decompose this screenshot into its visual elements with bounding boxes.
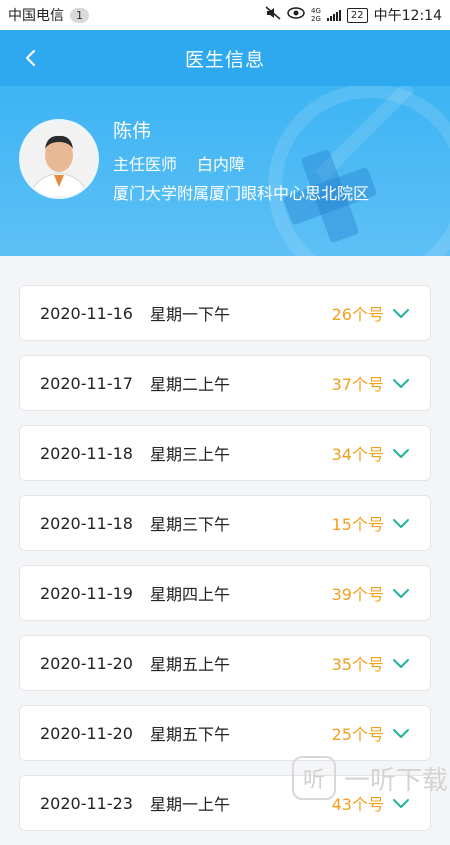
schedule-item[interactable]: 2020-11-19 星期四上午 39个号 xyxy=(19,565,431,621)
schedule-session: 星期四上午 xyxy=(150,585,231,604)
schedule-date: 2020-11-18 xyxy=(40,513,133,533)
carrier-label: 中国电信 xyxy=(8,8,64,24)
schedule-date: 2020-11-23 xyxy=(40,793,133,813)
app-header: 医生信息 xyxy=(0,30,450,86)
schedule-count: 37个号 xyxy=(331,375,384,394)
chevron-down-icon[interactable] xyxy=(392,517,410,529)
schedule-date: 2020-11-20 xyxy=(40,653,133,673)
schedule-item[interactable]: 2020-11-18 星期三上午 34个号 xyxy=(19,425,431,481)
schedule-item[interactable]: 2020-11-17 星期二上午 37个号 xyxy=(19,355,431,411)
schedule-count: 26个号 xyxy=(331,305,384,324)
chevron-down-icon[interactable] xyxy=(392,307,410,319)
status-left: 中国电信 1 xyxy=(8,5,89,25)
status-bar: 中国电信 1 4G 2G 22 中午12:14 xyxy=(0,0,450,30)
watermark-logo-icon: 听 xyxy=(292,756,336,800)
schedule-date: 2020-11-17 xyxy=(40,373,133,393)
schedule-item[interactable]: 2020-11-20 星期五上午 35个号 xyxy=(19,635,431,691)
schedule-session: 星期二上午 xyxy=(150,375,231,394)
doctor-hospital: 厦门大学附属厦门眼科中心思北院区 xyxy=(113,184,370,203)
battery-icon: 22 xyxy=(346,7,368,23)
chevron-left-icon xyxy=(25,49,36,67)
clock: 中午12:14 xyxy=(373,8,442,24)
schedule-session: 星期五上午 xyxy=(150,655,231,674)
chevron-down-icon[interactable] xyxy=(392,447,410,459)
schedule-session: 星期三下午 xyxy=(150,515,231,534)
schedule-date: 2020-11-20 xyxy=(40,723,133,743)
back-button[interactable] xyxy=(14,42,46,74)
eye-icon xyxy=(287,7,305,23)
doctor-name: 陈伟 xyxy=(113,120,152,142)
schedule-item[interactable]: 2020-11-18 星期三下午 15个号 xyxy=(19,495,431,551)
schedule-count: 25个号 xyxy=(331,725,384,744)
schedule-date: 2020-11-19 xyxy=(40,583,133,603)
schedule-item[interactable]: 2020-11-16 星期一下午 26个号 xyxy=(19,285,431,341)
medical-cross-decoration xyxy=(268,86,450,256)
network-2g-label: 2G xyxy=(311,15,321,23)
schedule-session: 星期五下午 xyxy=(150,725,231,744)
doctor-title: 主任医师 xyxy=(113,155,178,174)
schedule-count: 34个号 xyxy=(331,445,384,464)
watermark-text: 一听下载 xyxy=(344,765,449,796)
signal-icon xyxy=(326,9,341,21)
page-title: 医生信息 xyxy=(184,48,265,71)
schedule-date: 2020-11-18 xyxy=(40,443,133,463)
schedule-count: 35个号 xyxy=(331,655,384,674)
doctor-title-row: 主任医师 白内障 xyxy=(113,151,245,175)
doctor-department: 白内障 xyxy=(197,155,246,174)
status-right: 4G 2G 22 中午12:14 xyxy=(265,5,442,25)
schedule-count: 39个号 xyxy=(331,585,384,604)
doctor-banner: 陈伟 主任医师 白内障 厦门大学附属厦门眼科中心思北院区 xyxy=(0,86,450,256)
chevron-down-icon[interactable] xyxy=(392,657,410,669)
chevron-down-icon[interactable] xyxy=(392,587,410,599)
schedule-item[interactable]: 2020-11-20 星期五下午 25个号 xyxy=(19,705,431,761)
schedule-session: 星期三上午 xyxy=(150,445,231,464)
notification-badge: 1 xyxy=(70,7,89,23)
watermark: 听 一听下载 xyxy=(292,756,448,800)
doctor-avatar xyxy=(19,119,99,199)
schedule-session: 星期一下午 xyxy=(150,305,231,324)
chevron-down-icon[interactable] xyxy=(392,727,410,739)
network-type: 4G 2G xyxy=(311,7,321,23)
mute-icon xyxy=(265,6,281,24)
schedule-count: 15个号 xyxy=(331,515,384,534)
schedule-date: 2020-11-16 xyxy=(40,303,133,323)
network-4g-label: 4G xyxy=(311,7,321,15)
schedule-session: 星期一上午 xyxy=(150,795,231,814)
chevron-down-icon[interactable] xyxy=(392,377,410,389)
